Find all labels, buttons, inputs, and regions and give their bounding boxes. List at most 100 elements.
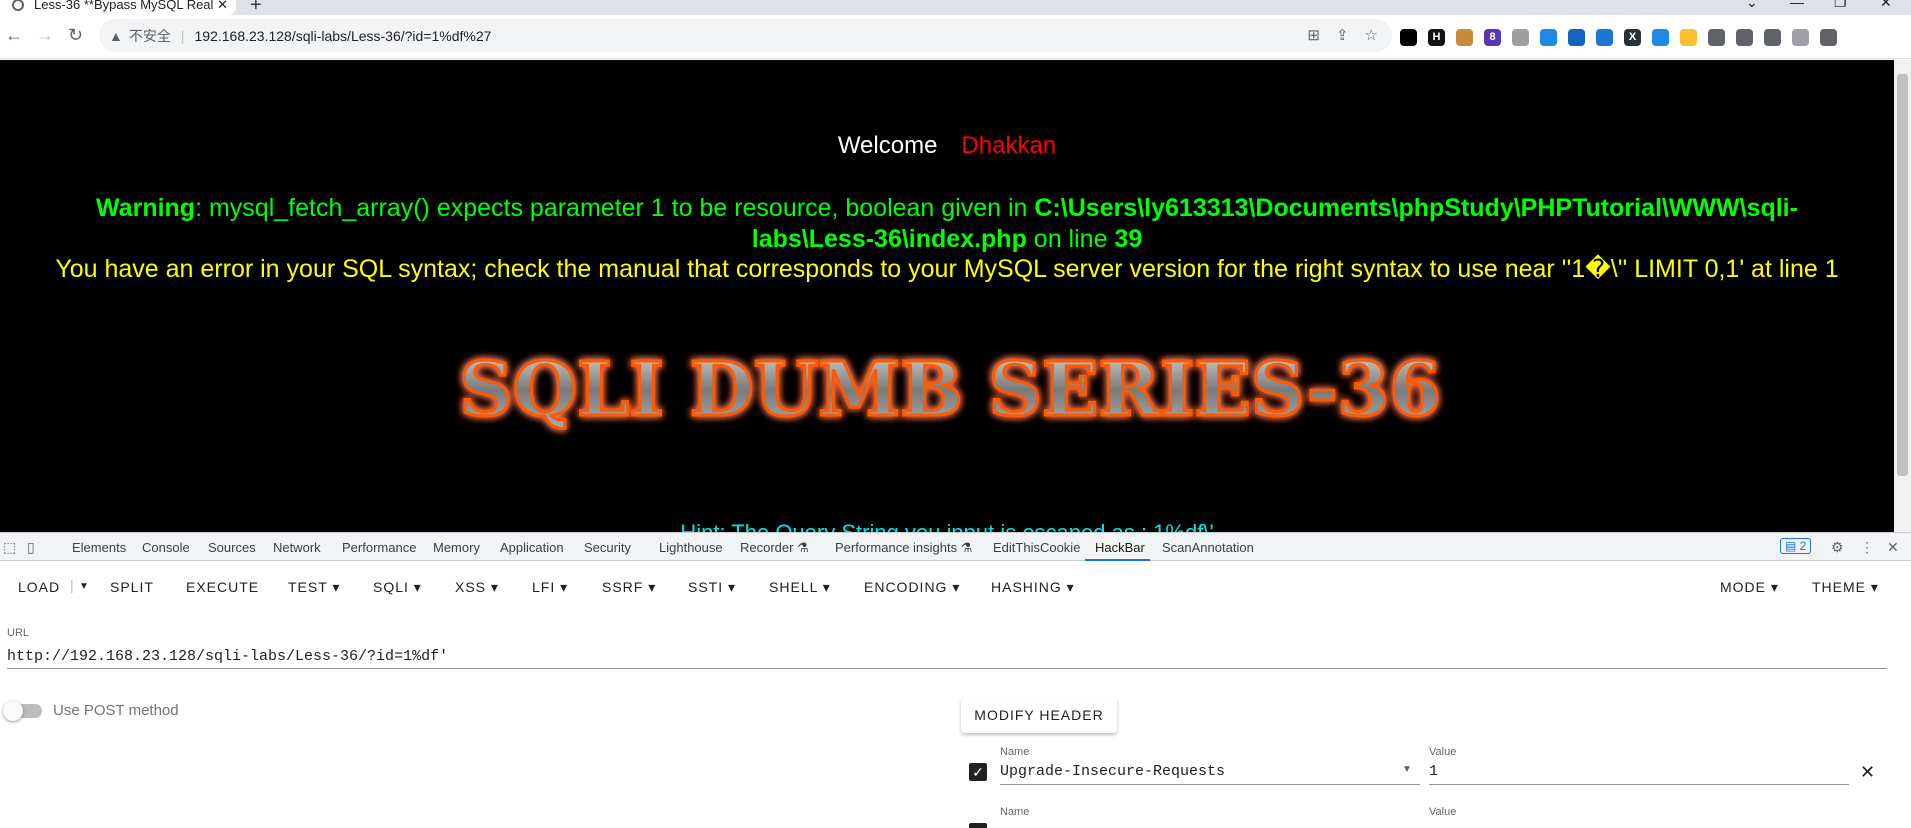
x-ext-icon[interactable]: X [1624,29,1641,46]
devtools-tab-memory[interactable]: Memory [433,540,480,555]
devtools-tab-network[interactable]: Network [273,540,321,555]
welcome-text: Welcome [837,132,938,159]
settings-gear-icon[interactable]: ⚙ [1831,539,1844,556]
warning-icon[interactable]: ▲ [109,28,123,44]
devtools-tab-lighthouse[interactable]: Lighthouse [659,540,723,555]
toggle-knob[interactable] [3,701,23,721]
bookmark-star-icon[interactable]: ☆ [1365,26,1378,44]
header-value-label-2: Value [1429,806,1457,818]
share-icon[interactable]: ⇪ [1336,26,1349,44]
ssti-menu[interactable]: SSTI ▾ [688,579,736,596]
circle-ext-icon[interactable] [1400,29,1417,46]
lfi-menu-label: LFI [532,579,556,595]
edge-ext-icon[interactable] [1568,29,1585,46]
header-value-input[interactable]: 1 [1429,761,1849,785]
security-label[interactable]: 不安全 [129,26,171,46]
hint-text: Hint: The Query String you input is esca… [0,520,1894,532]
devtools-tab-application[interactable]: Application [500,540,564,555]
shell-menu[interactable]: SHELL ▾ [769,579,831,596]
sidepanel-icon[interactable] [1764,29,1781,46]
encoding-menu[interactable]: ENCODING ▾ [864,579,960,596]
wappalyzer-ext-icon[interactable] [1680,29,1697,46]
header-value-label: Value [1429,746,1457,758]
window-close-icon[interactable]: ✕ [1880,0,1892,11]
warning-label: Warning [96,194,196,222]
new-tab-icon[interactable]: + [250,0,262,15]
scrollbar-thumb[interactable] [1897,74,1908,476]
minimize-icon[interactable]: — [1790,0,1804,10]
address-divider: | [180,27,185,44]
device-toggle-icon[interactable]: ▯ [27,539,35,556]
tab-strip: Less-36 **Bypass MySQL Real ✕ + ⌄ — ❐ ✕ [0,0,1911,15]
load-dropdown-icon[interactable]: ▼ [79,581,90,592]
issues-badge[interactable]: ▤ 2 [1780,538,1812,554]
browser-tab[interactable]: Less-36 **Bypass MySQL Real ✕ [0,0,236,15]
address-url[interactable]: 192.168.23.128/sqli-labs/Less-36/?id=1%d… [195,28,492,44]
header-enabled-checkbox[interactable]: ✓ [969,763,987,781]
devtools-tab-scanannotation[interactable]: ScanAnnotation [1162,540,1254,555]
header-name-dropdown-icon[interactable]: ▼ [1402,764,1412,775]
url-input[interactable]: http://192.168.23.128/sqli-labs/Less-36/… [7,647,1887,669]
flask-ext-icon[interactable] [1736,29,1753,46]
devtools-tab-console[interactable]: Console [142,540,190,555]
proxy-ext-icon[interactable] [1596,29,1613,46]
mode-menu[interactable]: MODE ▾ [1720,579,1779,596]
devtools-tab-recorder[interactable]: Recorder ⚗ [740,540,809,556]
php-warning: Warning: mysql_fetch_array() expects par… [40,193,1854,255]
header-name-label-2: Name [1000,806,1030,818]
xss-menu[interactable]: XSS ▾ [455,579,499,596]
maximize-icon[interactable]: ❐ [1834,0,1847,11]
translate-icon[interactable]: ⊞ [1307,26,1320,44]
test-menu[interactable]: TEST ▾ [288,579,340,596]
encoding-menu-label: ENCODING [864,579,948,595]
page-scrollbar[interactable] [1894,60,1911,532]
devtools-tab-elements[interactable]: Elements [72,540,126,555]
address-bar[interactable]: ▲ 不安全 | 192.168.23.128/sqli-labs/Less-36… [99,19,1392,52]
lfi-menu[interactable]: LFI ▾ [532,579,568,596]
forward-icon[interactable]: → [36,25,54,46]
kebab-menu-icon[interactable] [1820,29,1837,46]
devtools-tab-sources[interactable]: Sources [208,540,256,555]
devtools-tab-security[interactable]: Security [584,540,631,555]
devtools-tabbar: ⬚ ▯ Elements Console Sources Network Per… [0,532,1911,561]
hackbar-ext-icon[interactable]: H [1428,29,1445,46]
globe-icon [12,0,24,11]
browser-toolbar: ← → ↻ ▲ 不安全 | 192.168.23.128/sqli-labs/L… [0,15,1911,59]
warning-text: : mysql_fetch_array() expects parameter … [195,194,1035,222]
ssrf-menu[interactable]: SSRF ▾ [602,579,656,596]
issues-count: 2 [1799,539,1807,553]
back-icon[interactable]: ← [5,25,23,46]
modify-header-button[interactable]: MODIFY HEADER [961,697,1117,733]
post-method-toggle[interactable] [3,701,42,721]
link-ext-icon[interactable] [1512,29,1529,46]
profile-icon[interactable] [1792,29,1809,46]
devtools-tab-editthiscookie[interactable]: EditThisCookie [993,540,1080,555]
mail-ext-icon[interactable] [1652,29,1669,46]
devtools-tab-hackbar[interactable]: HackBar [1095,540,1145,555]
header-enabled-checkbox-2[interactable] [969,823,987,828]
execute-button[interactable]: EXECUTE [186,579,259,595]
load-button[interactable]: LOAD [18,579,60,595]
devtools-tab-performance-insights[interactable]: Performance insights ⚗ [835,540,972,556]
cookie-ext-icon[interactable] [1456,29,1473,46]
ssti-menu-label: SSTI [688,579,724,595]
pin-ext-icon[interactable] [1540,29,1557,46]
puzzle-ext-icon[interactable] [1708,29,1725,46]
post-method-label: Use POST method [53,702,179,719]
inspect-icon[interactable]: ⬚ [3,539,16,556]
tab-close-icon[interactable]: ✕ [217,0,228,13]
devtools-close-icon[interactable]: ✕ [1887,539,1899,556]
split-button[interactable]: SPLIT [110,579,154,595]
extensions-bar: H 8 X [1400,29,1837,46]
header-name-input[interactable]: Upgrade-Insecure-Requests [1000,761,1420,785]
hashing-menu[interactable]: HASHING ▾ [991,579,1075,596]
reload-icon[interactable]: ↻ [68,25,83,46]
sqli-menu[interactable]: SQLI ▾ [373,579,422,596]
devtools-tab-performance[interactable]: Performance [342,540,416,555]
devtools-more-icon[interactable]: ⋮ [1860,539,1874,556]
badge-ext-icon[interactable]: 8 [1484,29,1501,46]
remove-header-icon[interactable]: ✕ [1860,762,1875,783]
theme-menu[interactable]: THEME ▾ [1812,579,1879,596]
tab-search-icon[interactable]: ⌄ [1746,0,1758,11]
omnibox-actions: ⊞ ⇪ ☆ [1307,26,1378,44]
